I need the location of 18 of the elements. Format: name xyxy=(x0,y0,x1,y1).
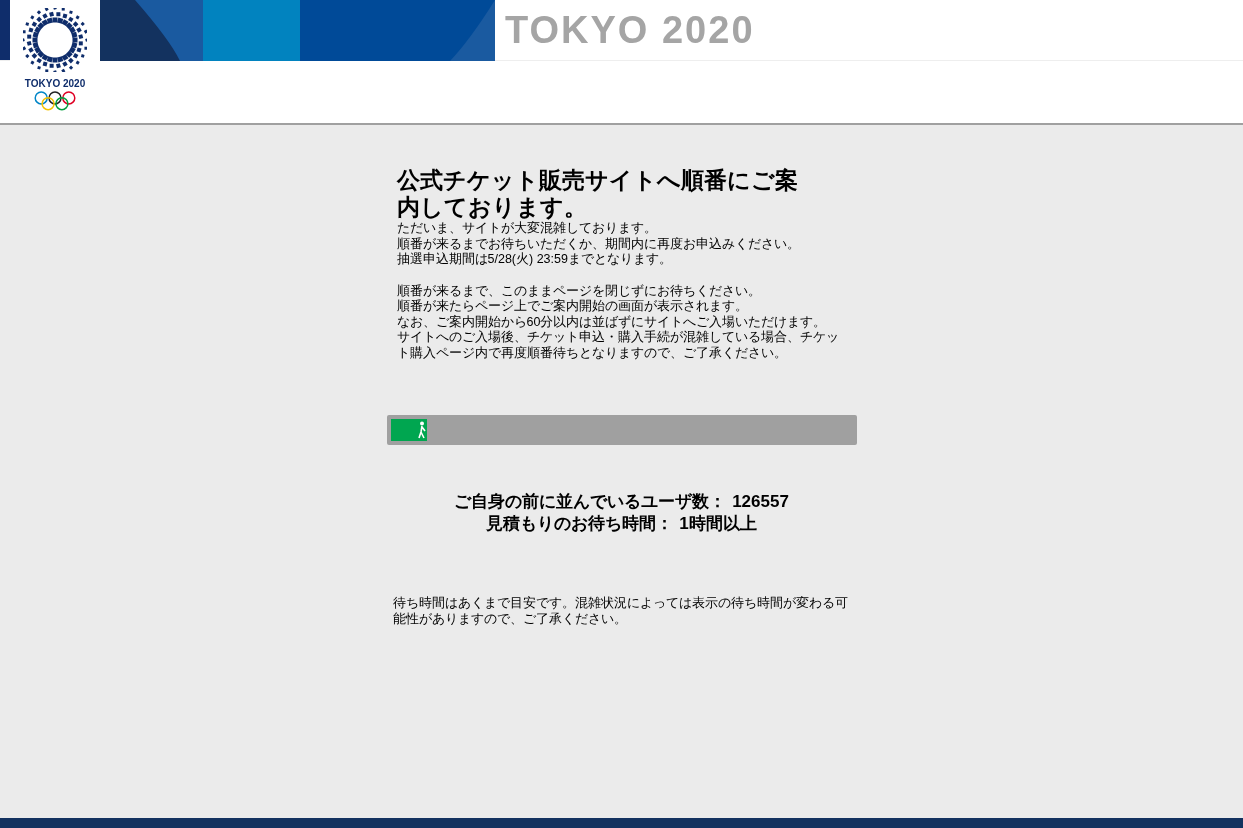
stat-value: 126557 xyxy=(732,491,789,513)
message-line: 順番が来るまでお待ちいただくか、期間内に再度お申込みください。 xyxy=(396,236,801,252)
walking-person-icon xyxy=(417,421,428,439)
banner-title: TOKYO 2020 xyxy=(505,7,755,53)
stat-label: ご自身の前に並んでいるユーザ数： xyxy=(454,491,727,513)
logo-text: TOKYO 2020 xyxy=(24,77,86,91)
message-line: 抽選申込期間は5/28(火) 23:59までとなります。 xyxy=(396,252,673,268)
stat-value: 1時間以上 xyxy=(679,513,757,535)
message-line: ただいま、サイトが大変混雑しております。 xyxy=(396,221,658,237)
message-line: 順番が来たらページ上でご案内開始の画面が表示されます。 xyxy=(396,299,749,315)
message-line: なお、ご案内開始から60分以内は並ばずにサイトへご入場いただけます。 xyxy=(396,314,828,330)
emblem-icon xyxy=(23,8,87,72)
disclaimer-text: 待ち時間はあくまで目安です。混雑状況によっては表示の待ち時間が変わる可能性がありますので、ご了承ください。 xyxy=(391,595,849,627)
message-line: 順番が来るまで、このままページを閉じずにお待ちください。 xyxy=(396,283,762,299)
stat-label: 見積もりのお待ち時間： xyxy=(486,513,674,535)
banner-strip xyxy=(0,0,10,60)
page-title: 公式チケット販売サイトへ順番にご案内しております。 xyxy=(395,167,799,221)
message-line: サイトへのご入場後、チケット申込・購入手続が混雑している場合、チケット購入ページ内で再度順番待ちとなりますので、ご了承ください。 xyxy=(396,330,840,361)
